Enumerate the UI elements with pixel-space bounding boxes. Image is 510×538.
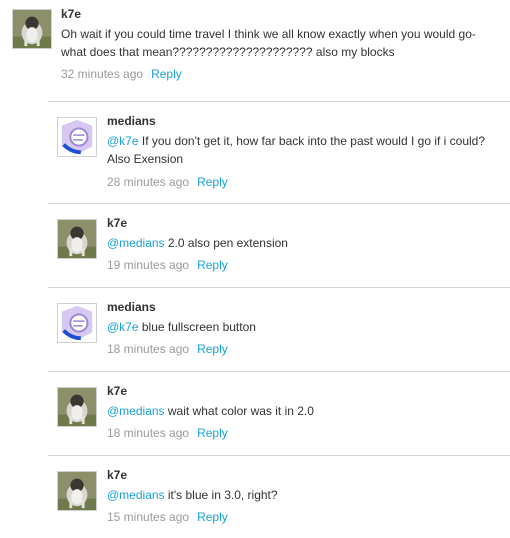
reply-button[interactable]: Reply: [197, 426, 228, 440]
purple-logo-icon: [58, 304, 96, 342]
reply-button[interactable]: Reply: [151, 67, 182, 81]
mention-link[interactable]: @k7e: [107, 134, 139, 148]
comment-time: 32 minutes ago: [61, 67, 144, 81]
reply-comment: k7e @medians wait what color was it in 2…: [48, 372, 510, 452]
mention-link[interactable]: @medians: [107, 488, 165, 502]
comment-meta: 19 minutes ago Reply: [107, 258, 487, 272]
comment-meta: 32 minutes ago Reply: [61, 67, 501, 81]
comment-time: 18 minutes ago: [107, 342, 190, 356]
comment-message: If you don't get it, how far back into t…: [107, 134, 486, 166]
comment-thread: k7e Oh wait if you could time travel I t…: [0, 0, 510, 538]
comment-text: Oh wait if you could time travel I think…: [61, 27, 476, 59]
reply-comment: medians @k7e If you don't get it, how fa…: [48, 102, 510, 202]
mention-link[interactable]: @medians: [107, 236, 165, 250]
comment-author[interactable]: medians: [107, 114, 487, 128]
comment-text: @k7e blue fullscreen button: [107, 318, 487, 336]
avatar-k7e[interactable]: [57, 471, 97, 511]
comment-message: blue fullscreen button: [138, 320, 256, 334]
avatar-k7e[interactable]: [57, 219, 97, 259]
comment-message: 2.0 also pen extension: [164, 236, 288, 250]
cat-photo-icon: [58, 472, 96, 510]
comment-author[interactable]: k7e: [107, 384, 487, 398]
reply-button[interactable]: Reply: [197, 342, 228, 356]
avatar-medians[interactable]: [57, 303, 97, 343]
comment-message: wait what color was it in 2.0: [164, 404, 314, 418]
cat-photo-icon: [13, 10, 51, 48]
comment-author[interactable]: k7e: [107, 216, 487, 230]
comment-message: it's blue in 3.0, right?: [164, 488, 278, 502]
comment-meta: 18 minutes ago Reply: [107, 426, 487, 440]
mention-link[interactable]: @medians: [107, 404, 165, 418]
comment-text: @k7e If you don't get it, how far back i…: [107, 132, 487, 168]
reply-button[interactable]: Reply: [197, 510, 228, 524]
comment-time: 15 minutes ago: [107, 510, 190, 524]
comment-text: @medians wait what color was it in 2.0: [107, 402, 487, 420]
reply-comment: k7e @medians it's blue in 3.0, right? 15…: [48, 456, 510, 536]
reply-button[interactable]: Reply: [197, 258, 228, 272]
cat-photo-icon: [58, 220, 96, 258]
comment-author[interactable]: k7e: [107, 468, 487, 482]
comment-text: @medians 2.0 also pen extension: [107, 234, 487, 252]
comment-time: 18 minutes ago: [107, 426, 190, 440]
purple-logo-icon: [58, 118, 96, 156]
cat-photo-icon: [58, 388, 96, 426]
comment-time: 19 minutes ago: [107, 258, 190, 272]
mention-link[interactable]: @k7e: [107, 320, 139, 334]
top-comment: k7e Oh wait if you could time travel I t…: [0, 0, 510, 90]
reply-comment: k7e @medians 2.0 also pen extension 19 m…: [48, 204, 510, 284]
avatar-k7e[interactable]: [57, 387, 97, 427]
comment-meta: 18 minutes ago Reply: [107, 342, 487, 356]
comment-author[interactable]: k7e: [61, 7, 501, 21]
reply-button[interactable]: Reply: [197, 175, 228, 189]
avatar-k7e[interactable]: [12, 9, 52, 49]
comment-author[interactable]: medians: [107, 300, 487, 314]
comment-text: @medians it's blue in 3.0, right?: [107, 486, 487, 504]
avatar-medians[interactable]: [57, 117, 97, 157]
comment-meta: 28 minutes ago Reply: [107, 175, 487, 189]
reply-comment: medians @k7e blue fullscreen button 18 m…: [48, 288, 510, 368]
comment-time: 28 minutes ago: [107, 175, 190, 189]
comment-meta: 15 minutes ago Reply: [107, 510, 487, 524]
